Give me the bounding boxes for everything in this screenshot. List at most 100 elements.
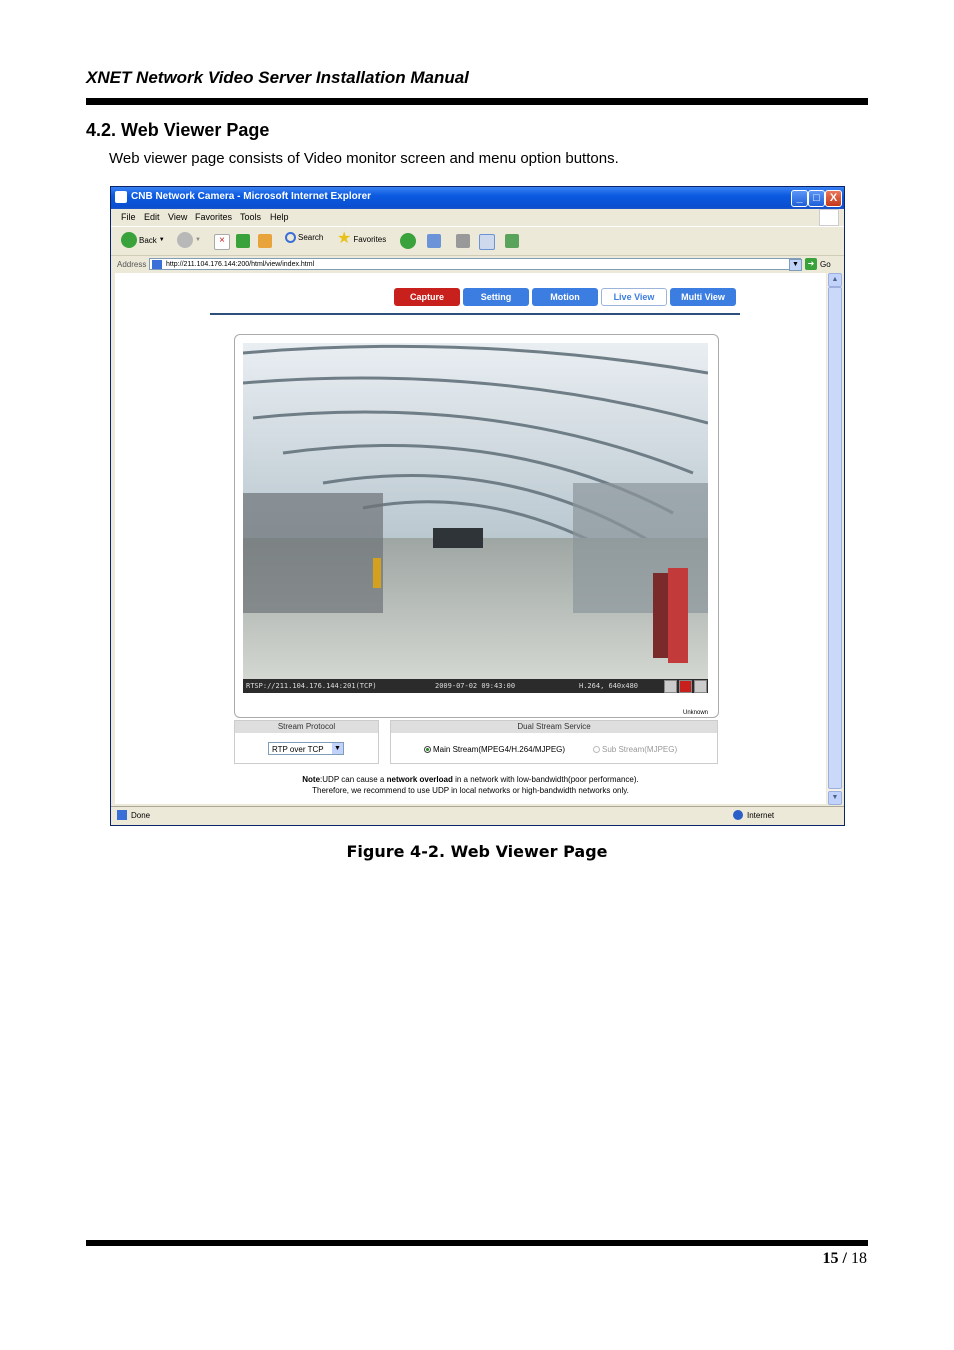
page-viewport: Capture Setting Motion Live View Multi V…: [115, 273, 826, 804]
menu-help[interactable]: Help: [270, 212, 289, 222]
zone-text: Internet: [747, 811, 775, 820]
dual-stream-title: Dual Stream Service: [391, 721, 717, 733]
main-stream-radio[interactable]: Main Stream(MPEG4/H.264/MJPEG): [424, 745, 565, 754]
osd-datetime: 2009-07-02 09:43:00: [435, 682, 516, 690]
page-icon: [152, 260, 162, 269]
refresh-icon[interactable]: [236, 234, 250, 248]
stream-protocol-panel: Stream Protocol RTP over TCP ▼: [234, 720, 379, 764]
back-arrow-icon: [121, 232, 137, 248]
fullscreen-icon[interactable]: [664, 680, 677, 693]
menu-file[interactable]: File: [121, 212, 136, 222]
unknown-label: Unknown: [682, 710, 708, 716]
intro-text: Web viewer page consists of Video monito…: [109, 150, 619, 167]
close-button[interactable]: X: [825, 190, 842, 207]
menu-favorites[interactable]: Favorites: [195, 212, 232, 222]
forward-button[interactable]: ▼: [177, 232, 201, 248]
stream-protocol-value: RTP over TCP: [272, 745, 324, 754]
scroll-thumb[interactable]: [828, 287, 842, 789]
menu-bar: File Edit View Favorites Tools Help: [111, 209, 844, 226]
back-label: Back: [139, 235, 157, 245]
capture-button[interactable]: Capture: [394, 288, 460, 306]
favorites-label: Favorites: [353, 234, 387, 244]
page-number: 15 / 18: [823, 1250, 867, 1268]
osd-stream: RTSP://211.104.176.144:201(TCP): [246, 682, 377, 690]
favorites-button[interactable]: ★ Favorites: [337, 230, 387, 247]
status-text: Done: [131, 811, 151, 820]
menu-view[interactable]: View: [168, 212, 187, 222]
udp-note: Note:UDP can cause a network overload in…: [115, 774, 826, 796]
page-total: 18: [851, 1250, 867, 1267]
chevron-down-icon: ▼: [332, 743, 343, 754]
note-text-c: in a network with low-bandwidth(poor per…: [452, 775, 639, 784]
note-text-a: :UDP can cause a: [320, 775, 387, 784]
address-dropdown-icon[interactable]: ▼: [789, 259, 802, 271]
star-icon: ★: [337, 230, 352, 247]
address-url: http://211.104.176.144:200/html/view/ind…: [166, 261, 315, 268]
windows-logo-icon: [819, 209, 839, 226]
page-current: 15: [822, 1250, 839, 1267]
setting-button[interactable]: Setting: [463, 288, 529, 306]
forward-arrow-icon: [177, 232, 193, 248]
go-button[interactable]: ➜ Go: [805, 258, 831, 270]
record-icon[interactable]: [679, 680, 692, 693]
globe-icon: [733, 810, 743, 820]
sub-stream-label: Sub Stream(MJPEG): [602, 745, 678, 754]
dual-stream-panel: Dual Stream Service Main Stream(MPEG4/H.…: [390, 720, 718, 764]
header-rule: [86, 98, 868, 105]
go-arrow-icon: ➜: [805, 258, 817, 270]
page-done-icon: [117, 810, 127, 820]
vertical-scrollbar[interactable]: ▲ ▼: [827, 273, 842, 805]
address-input[interactable]: http://211.104.176.144:200/html/view/ind…: [149, 258, 801, 270]
chevron-down-icon: ▼: [195, 237, 201, 243]
toolbar: Back ▼ ▼ × Search ★ Favorites: [111, 226, 844, 255]
scroll-down-icon[interactable]: ▼: [828, 791, 842, 805]
stop-icon[interactable]: ×: [214, 234, 230, 250]
note-emphasis: network overload: [386, 775, 453, 784]
airport-scene-image: [243, 343, 708, 693]
menu-edit[interactable]: Edit: [144, 212, 160, 222]
footer-rule: [86, 1240, 868, 1246]
search-button[interactable]: Search: [285, 232, 323, 243]
go-label: Go: [820, 259, 831, 269]
browser-window: CNB Network Camera - Microsoft Internet …: [110, 186, 845, 826]
live-view-button[interactable]: Live View: [601, 288, 667, 306]
print-icon[interactable]: [456, 234, 470, 248]
main-stream-label: Main Stream(MPEG4/H.264/MJPEG): [433, 745, 566, 754]
back-button[interactable]: Back ▼: [121, 232, 165, 248]
edit-icon[interactable]: [479, 234, 495, 250]
section-title: 4.2. Web Viewer Page: [86, 120, 270, 140]
stream-protocol-select[interactable]: RTP over TCP ▼: [268, 742, 344, 755]
window-title: CNB Network Camera - Microsoft Internet …: [131, 191, 372, 202]
video-image[interactable]: RTSP://211.104.176.144:201(TCP) 2009-07-…: [243, 343, 708, 693]
mail-icon[interactable]: [427, 234, 441, 248]
address-bar: Address http://211.104.176.144:200/html/…: [111, 255, 844, 274]
ie-icon: [115, 191, 127, 203]
radio-selected-icon: [424, 746, 431, 753]
multi-view-button[interactable]: Multi View: [670, 288, 736, 306]
note-label: Note: [302, 775, 321, 784]
sub-stream-radio[interactable]: Sub Stream(MJPEG): [593, 745, 677, 754]
video-monitor: RTSP://211.104.176.144:201(TCP) 2009-07-…: [234, 334, 719, 718]
figure-caption: Figure 4-2. Web Viewer Page: [346, 842, 608, 861]
maximize-button[interactable]: □: [808, 190, 825, 207]
status-bar: Done Internet: [111, 806, 844, 825]
home-icon[interactable]: [258, 234, 272, 248]
minimize-button[interactable]: _: [791, 190, 808, 207]
history-icon[interactable]: [400, 233, 416, 249]
page-separator: /: [842, 1250, 847, 1267]
search-icon: [285, 232, 296, 243]
document-header: XNET Network Video Server Installation M…: [86, 68, 469, 87]
snapshot-icon[interactable]: [694, 680, 707, 693]
motion-button[interactable]: Motion: [532, 288, 598, 306]
search-label: Search: [298, 233, 324, 242]
messenger-icon[interactable]: [505, 234, 519, 248]
nav-underline: [210, 313, 740, 315]
video-osd-bar: RTSP://211.104.176.144:201(TCP) 2009-07-…: [243, 679, 708, 693]
note-line-1: Note:UDP can cause a network overload in…: [115, 774, 826, 785]
title-bar: CNB Network Camera - Microsoft Internet …: [111, 187, 844, 209]
osd-codec: H.264, 640x480: [579, 682, 639, 690]
radio-unselected-icon: [593, 746, 600, 753]
stream-protocol-title: Stream Protocol: [235, 721, 378, 733]
menu-tools[interactable]: Tools: [240, 212, 261, 222]
scroll-up-icon[interactable]: ▲: [828, 273, 842, 287]
